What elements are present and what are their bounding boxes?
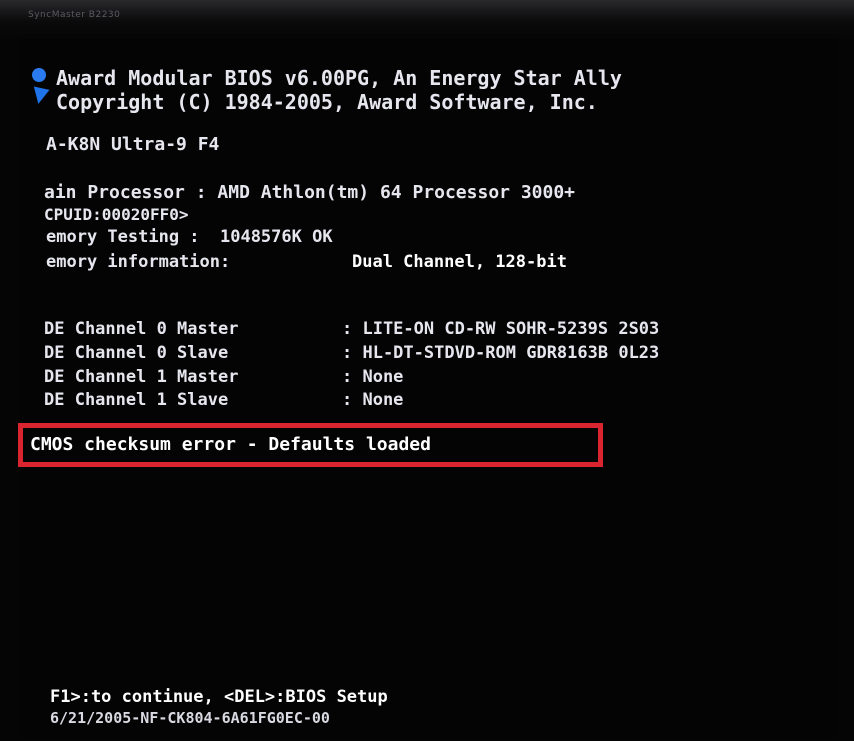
monitor-model-label: SyncMaster B2230 (28, 10, 121, 20)
memory-info-value: Dual Channel, 128-bit (352, 252, 567, 272)
memory-info-label: emory information: (46, 252, 231, 272)
bios-header-line-2: Copyright (C) 1984-2005, Award Software,… (56, 90, 598, 114)
monitor-frame: SyncMaster B2230 Award Modular BIOS v6.0… (0, 0, 854, 741)
continue-prompt: F1>:to continue, <DEL>:BIOS Setup (50, 687, 388, 707)
processor-line: ain Processor : AMD Athlon(tm) 64 Proces… (44, 182, 576, 203)
ide-channel-label: DE Channel 1 Master (44, 367, 239, 387)
ide-channel-label: DE Channel 1 Slave (44, 390, 239, 410)
cmos-error-message: CMOS checksum error - Defaults loaded (30, 434, 431, 455)
ide-channel-value: : None (342, 367, 404, 387)
ide-channel-value: : None (342, 390, 404, 410)
bios-id-string: 6/21/2005-NF-CK804-6A61FG0EC-00 (50, 709, 330, 727)
bios-header-line-1: Award Modular BIOS v6.00PG, An Energy St… (56, 66, 622, 90)
cpuid-line: CPUID:00020FF0> (44, 205, 189, 224)
award-logo-icon (30, 86, 50, 106)
ide-channel-label: DE Channel 0 Slave (44, 343, 239, 363)
ide-channel-value: : LITE-ON CD-RW SOHR-5239S 2S03 (342, 319, 660, 339)
ide-channel-label: DE Channel 0 Master (44, 319, 239, 339)
energy-star-logo-icon (32, 68, 46, 82)
memory-testing-line: emory Testing : 1048576K OK (46, 227, 333, 247)
board-model: A-K8N Ultra-9 F4 (46, 134, 220, 155)
ide-channel-value: : HL-DT-STDVD-ROM GDR8163B 0L23 (342, 343, 660, 363)
